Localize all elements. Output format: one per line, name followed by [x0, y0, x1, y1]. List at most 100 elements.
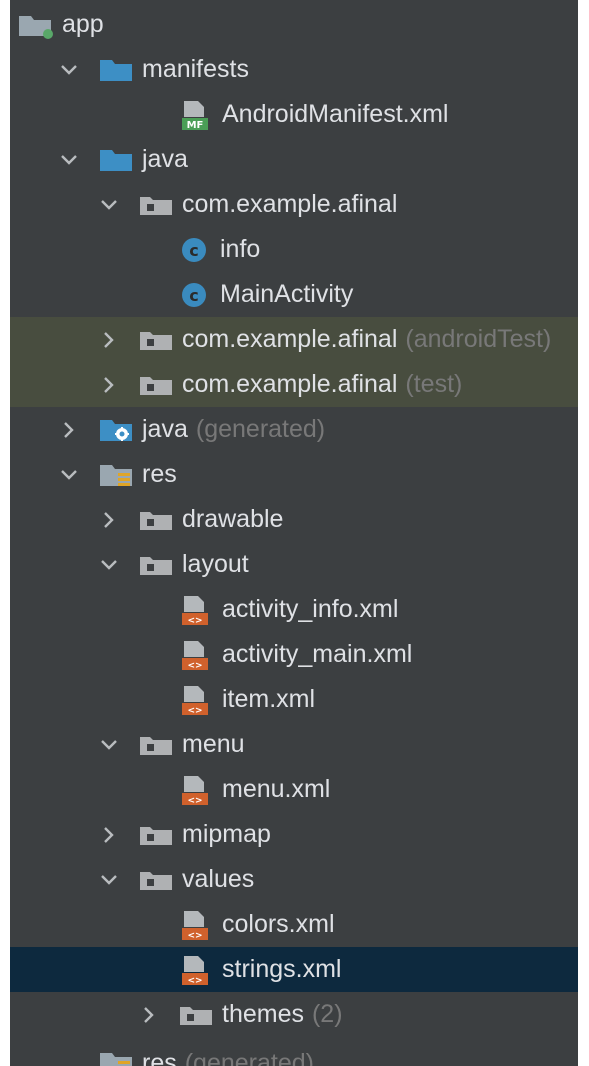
chevron-down-icon[interactable]: [98, 194, 120, 216]
project-tree: app manifests MF AndroidManifest.xml java…: [10, 0, 578, 1066]
svg-text:c: c: [189, 241, 198, 260]
tree-item-label: mipmap: [182, 820, 271, 848]
package-folder-icon: [138, 821, 174, 849]
chevron-right-icon[interactable]: [98, 509, 120, 531]
tree-item-pkg-androidtest[interactable]: com.example.afinal (androidTest): [10, 317, 578, 362]
tree-item-class-info[interactable]: c info: [10, 227, 578, 272]
tree-item-mipmap[interactable]: mipmap: [10, 812, 578, 857]
package-folder-icon: [138, 506, 174, 534]
svg-text:c: c: [189, 286, 198, 305]
tree-item-colors-xml[interactable]: <> colors.xml: [10, 902, 578, 947]
xml-file-icon: <>: [178, 774, 214, 806]
chevron-right-icon[interactable]: [98, 329, 120, 351]
tree-item-label: activity_info.xml: [222, 595, 399, 623]
tree-item-res[interactable]: res: [10, 452, 578, 497]
tree-item-values[interactable]: values: [10, 857, 578, 902]
tree-item-menu[interactable]: menu: [10, 722, 578, 767]
tree-item-label: java: [142, 415, 188, 443]
package-folder-icon: [138, 866, 174, 894]
tree-item-label: info: [220, 235, 261, 263]
chevron-down-icon[interactable]: [58, 149, 80, 171]
chevron-down-icon[interactable]: [58, 59, 80, 81]
tree-item-label: drawable: [182, 505, 284, 533]
tree-item-label: com.example.afinal: [182, 190, 398, 218]
xml-file-icon: <>: [178, 594, 214, 626]
chevron-down-icon[interactable]: [98, 554, 120, 576]
tree-item-label: com.example.afinal: [182, 370, 398, 398]
tree-item-suffix: (androidTest): [405, 325, 552, 353]
svg-text:<>: <>: [187, 706, 202, 716]
folder-blue-icon: [98, 146, 134, 174]
svg-text:<>: <>: [187, 796, 202, 806]
svg-text:MF: MF: [187, 120, 204, 131]
package-folder-icon: [138, 326, 174, 354]
tree-item-menu-xml[interactable]: <> menu.xml: [10, 767, 578, 812]
module-folder-icon: [18, 11, 54, 39]
folder-blue-icon: [98, 56, 134, 84]
xml-file-icon: <>: [178, 639, 214, 671]
package-folder-icon: [138, 371, 174, 399]
tree-item-java[interactable]: java: [10, 137, 578, 182]
tree-item-item-xml[interactable]: <> item.xml: [10, 677, 578, 722]
tree-item-activity-info[interactable]: <> activity_info.xml: [10, 587, 578, 632]
package-folder-icon: [178, 1001, 214, 1029]
tree-item-label: manifests: [142, 55, 249, 83]
class-icon: c: [178, 235, 212, 265]
svg-text:<>: <>: [187, 931, 202, 941]
resources-folder-icon: [98, 1049, 134, 1066]
svg-text:<>: <>: [187, 661, 202, 671]
svg-text:<>: <>: [187, 616, 202, 626]
tree-item-label: res: [142, 460, 177, 488]
tree-item-pkg-test[interactable]: com.example.afinal (test): [10, 362, 578, 407]
chevron-down-icon[interactable]: [58, 464, 80, 486]
tree-item-manifests[interactable]: manifests: [10, 47, 578, 92]
tree-item-label: themes: [222, 1000, 304, 1028]
chevron-right-icon[interactable]: [58, 419, 80, 441]
tree-item-androidmanifest[interactable]: MF AndroidManifest.xml: [10, 92, 578, 137]
tree-item-activity-main[interactable]: <> activity_main.xml: [10, 632, 578, 677]
tree-item-drawable[interactable]: drawable: [10, 497, 578, 542]
package-folder-icon: [138, 731, 174, 759]
tree-item-label: app: [62, 10, 104, 38]
tree-item-java-generated[interactable]: java (generated): [10, 407, 578, 452]
tree-item-label: colors.xml: [222, 910, 335, 938]
tree-item-label: menu.xml: [222, 775, 331, 803]
chevron-down-icon[interactable]: [98, 869, 120, 891]
tree-item-label: activity_main.xml: [222, 640, 413, 668]
chevron-down-icon[interactable]: [98, 734, 120, 756]
tree-item-app[interactable]: app: [10, 2, 578, 47]
class-icon: c: [178, 280, 212, 310]
tree-item-strings-xml[interactable]: <> strings.xml: [10, 947, 578, 992]
tree-item-label: res: [142, 1049, 177, 1066]
tree-item-label: java: [142, 145, 188, 173]
tree-item-res-generated[interactable]: res (generated): [10, 1049, 578, 1066]
svg-text:<>: <>: [187, 976, 202, 986]
generated-folder-icon: [98, 416, 134, 444]
tree-item-class-mainactivity[interactable]: c MainActivity: [10, 272, 578, 317]
tree-item-suffix: (2): [311, 1000, 343, 1028]
tree-item-suffix: (generated): [195, 415, 326, 443]
manifest-file-icon: MF: [178, 99, 214, 131]
xml-file-icon: <>: [178, 684, 214, 716]
chevron-right-icon[interactable]: [98, 824, 120, 846]
tree-item-label: strings.xml: [222, 955, 342, 983]
tree-item-suffix: (generated): [184, 1049, 314, 1066]
vertical-scrollbar[interactable]: [578, 0, 589, 1066]
tree-item-label: AndroidManifest.xml: [222, 100, 449, 128]
tree-item-label: item.xml: [222, 685, 316, 713]
tree-item-layout[interactable]: layout: [10, 542, 578, 587]
tree-item-pkg-main[interactable]: com.example.afinal: [10, 182, 578, 227]
package-folder-icon: [138, 551, 174, 579]
resources-folder-icon: [98, 461, 134, 489]
xml-file-icon: <>: [178, 909, 214, 941]
package-folder-icon: [138, 191, 174, 219]
tree-item-label: menu: [182, 730, 245, 758]
tree-item-label: layout: [182, 550, 249, 578]
tree-item-label: com.example.afinal: [182, 325, 398, 353]
chevron-right-icon[interactable]: [98, 374, 120, 396]
tree-item-themes[interactable]: themes (2): [10, 992, 578, 1037]
tree-item-suffix: (test): [405, 370, 463, 398]
tree-item-label: values: [182, 865, 255, 893]
xml-file-icon: <>: [178, 954, 214, 986]
chevron-right-icon[interactable]: [138, 1004, 160, 1026]
